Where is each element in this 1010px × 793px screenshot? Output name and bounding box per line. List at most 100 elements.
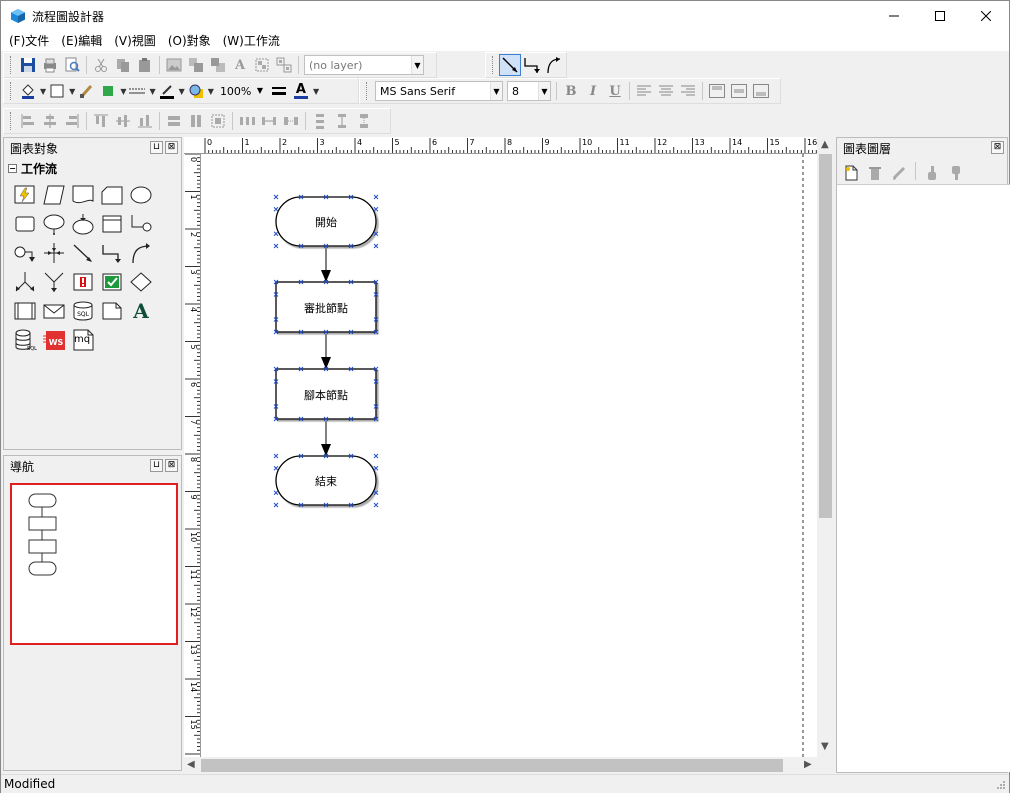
layer-select[interactable]: (no layer) ▼ — [304, 55, 424, 75]
bring-front-button[interactable] — [185, 54, 207, 76]
shape-data[interactable] — [41, 182, 67, 208]
connection-point-marker[interactable] — [273, 453, 279, 459]
resize-grip-icon[interactable] — [996, 780, 1006, 790]
align-centers-button[interactable] — [39, 110, 61, 132]
shape-cross-join[interactable] — [41, 240, 67, 266]
scroll-down-icon[interactable]: ▼ — [821, 741, 829, 752]
paste-button[interactable] — [134, 54, 156, 76]
shape-webservice[interactable]: WS — [41, 327, 67, 353]
same-height-button[interactable] — [185, 110, 207, 132]
shape-process[interactable] — [12, 211, 38, 237]
shape-line[interactable] — [70, 240, 96, 266]
align-center-button[interactable] — [655, 80, 677, 102]
horizontal-scrollbar[interactable]: ◀ ▶ — [184, 757, 817, 774]
save-button[interactable] — [17, 54, 39, 76]
connection-point-marker[interactable] — [373, 453, 379, 459]
connection-point-marker[interactable] — [373, 502, 379, 508]
space-horizontal-button[interactable] — [236, 110, 258, 132]
align-bottoms-button[interactable] — [134, 110, 156, 132]
menu-object[interactable]: (O)對象 — [162, 31, 217, 51]
ungroup-button[interactable] — [273, 54, 295, 76]
pin-button[interactable]: ⊔ — [150, 141, 163, 154]
text-tool-button[interactable]: A — [229, 54, 251, 76]
send-back-button[interactable] — [207, 54, 229, 76]
pen-color-button[interactable] — [156, 80, 178, 102]
shadow-button[interactable] — [185, 80, 207, 102]
shape-mq[interactable]: mq — [70, 327, 96, 353]
approval-node[interactable]: 審批節點 — [275, 281, 377, 333]
align-rights-button[interactable] — [61, 110, 83, 132]
shape-join[interactable] — [41, 269, 67, 295]
font-size-select[interactable]: 8 ▼ — [507, 81, 551, 101]
shape-text[interactable]: A — [128, 298, 154, 324]
new-layer-button[interactable] — [840, 162, 862, 184]
shape-check[interactable] — [99, 269, 125, 295]
maximize-button[interactable] — [917, 1, 963, 31]
valign-bottom-button[interactable] — [750, 80, 772, 102]
shape-mail[interactable] — [41, 298, 67, 324]
print-button[interactable] — [39, 54, 61, 76]
shape-database[interactable]: SQL — [12, 327, 38, 353]
connection-point-marker[interactable] — [373, 490, 379, 496]
end-node[interactable]: 結束 — [275, 455, 377, 506]
panel-close-button[interactable]: ⊠ — [165, 141, 178, 154]
connection-point-marker[interactable] — [373, 465, 379, 471]
shape-card[interactable] — [99, 182, 125, 208]
scroll-right-icon[interactable]: ▶ — [804, 759, 812, 770]
text-color-dropdown-icon[interactable]: ▼ — [313, 87, 319, 96]
cut-button[interactable] — [90, 54, 112, 76]
layer-down-button[interactable] — [945, 162, 967, 184]
connection-point-marker[interactable] — [273, 231, 279, 237]
same-width-button[interactable] — [163, 110, 185, 132]
connection-point-marker[interactable] — [373, 194, 379, 200]
connection-point-marker[interactable] — [273, 502, 279, 508]
horizontal-scroll-thumb[interactable] — [201, 759, 783, 772]
shape-decision[interactable] — [128, 269, 154, 295]
bold-button[interactable]: B — [560, 80, 582, 102]
connection-point-marker[interactable] — [273, 490, 279, 496]
layers-list[interactable] — [837, 184, 1010, 772]
straight-connector-button[interactable] — [499, 54, 521, 76]
shadow-dropdown-icon[interactable]: ▼ — [208, 87, 214, 96]
insert-image-button[interactable] — [163, 54, 185, 76]
shape-start-connector[interactable] — [12, 240, 38, 266]
space-vertical-button[interactable] — [309, 110, 331, 132]
shape-style-button[interactable] — [46, 80, 68, 102]
scroll-left-icon[interactable]: ◀ — [187, 759, 195, 770]
connection-point-marker[interactable] — [273, 243, 279, 249]
delete-layer-button[interactable] — [864, 162, 886, 184]
close-button[interactable] — [963, 1, 1009, 31]
shape-callout[interactable] — [41, 211, 67, 237]
space-horizontal-fit-button[interactable] — [280, 110, 302, 132]
shape-elbow[interactable] — [99, 240, 125, 266]
vertical-scrollbar[interactable]: ▲ ▼ — [817, 137, 834, 757]
curve-connector-button[interactable] — [543, 54, 565, 76]
nav-close-button[interactable]: ⊠ — [165, 459, 178, 472]
green-fill-button[interactable] — [97, 80, 119, 102]
connection-point-marker[interactable] — [373, 243, 379, 249]
space-vertical-fit-button[interactable] — [353, 110, 375, 132]
underline-button[interactable]: U — [604, 80, 626, 102]
align-right-button[interactable] — [677, 80, 699, 102]
navigation-viewport[interactable] — [10, 483, 178, 645]
nav-pin-button[interactable]: ⊔ — [150, 459, 163, 472]
menu-edit[interactable]: (E)編輯 — [55, 31, 108, 51]
menu-view[interactable]: (V)視圖 — [108, 31, 162, 51]
shape-action[interactable] — [12, 182, 38, 208]
shape-ellipse[interactable] — [128, 182, 154, 208]
fill-color-button[interactable] — [17, 80, 39, 102]
line-width-button[interactable] — [268, 80, 290, 102]
space-horizontal-equal-button[interactable] — [258, 110, 280, 132]
shape-sql[interactable]: SQL — [70, 298, 96, 324]
shape-note[interactable] — [99, 298, 125, 324]
font-name-select[interactable]: MS Sans Serif ▼ — [375, 81, 503, 101]
connection-point-marker[interactable] — [273, 465, 279, 471]
line-style-button[interactable] — [126, 80, 148, 102]
workflow-group-header[interactable]: − 工作流 — [8, 160, 57, 177]
elbow-connector-button[interactable] — [521, 54, 543, 76]
align-lefts-button[interactable] — [17, 110, 39, 132]
connection-point-marker[interactable] — [373, 231, 379, 237]
minimize-button[interactable] — [871, 1, 917, 31]
layers-close-button[interactable]: ⊠ — [991, 141, 1004, 154]
shape-fork[interactable] — [12, 269, 38, 295]
